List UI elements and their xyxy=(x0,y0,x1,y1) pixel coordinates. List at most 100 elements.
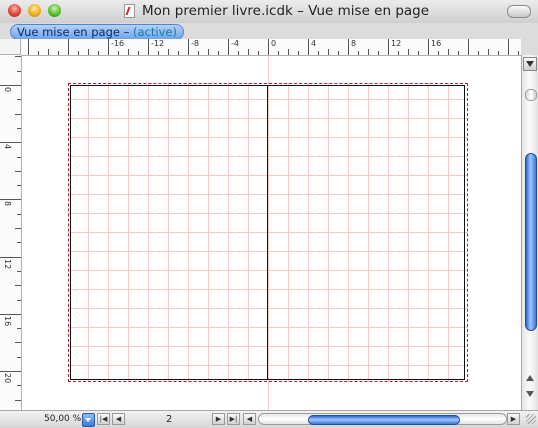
ruler-label: 16 xyxy=(3,316,12,327)
ruler-tick xyxy=(128,49,129,55)
ruler-tick xyxy=(428,39,429,55)
ruler-tick xyxy=(298,51,299,55)
ruler-tick xyxy=(17,214,21,215)
ruler-tick xyxy=(308,39,309,55)
ruler-tick xyxy=(17,71,21,72)
title-bar: Mon premier livre.icdk – Vue mise en pag… xyxy=(0,0,538,24)
ruler-tick xyxy=(28,39,29,55)
minimize-window-button[interactable] xyxy=(28,4,41,17)
ruler-tick xyxy=(108,39,109,55)
ruler-tick xyxy=(408,49,409,55)
close-window-button[interactable] xyxy=(8,4,21,17)
ruler-tick xyxy=(278,51,279,55)
ruler-tick xyxy=(158,51,159,55)
ruler-tick xyxy=(98,51,99,55)
previous-page-button[interactable]: ◀ xyxy=(112,413,125,425)
horizontal-ruler[interactable]: -16 -12 -8 -4 0 4 8 12 16 xyxy=(21,39,521,56)
ruler-tick xyxy=(17,357,21,358)
ruler-label: 4 xyxy=(311,39,317,48)
ruler-tick xyxy=(348,39,349,55)
first-page-button[interactable]: |◀ xyxy=(97,413,110,425)
ruler-tick xyxy=(15,342,21,343)
ruler-tick xyxy=(368,49,369,55)
ruler-tick xyxy=(17,242,21,243)
ruler-tick xyxy=(15,228,21,229)
ruler-tick xyxy=(498,51,499,55)
scroll-up-arrow-icon[interactable] xyxy=(526,375,534,381)
ruler-tick xyxy=(448,49,449,55)
ruler-label: 16 xyxy=(431,39,442,48)
ruler-tick xyxy=(0,314,21,315)
ruler-tick xyxy=(17,271,21,272)
horizontal-scroll-thumb[interactable] xyxy=(308,415,460,425)
ruler-tick xyxy=(188,39,189,55)
ruler-tick xyxy=(438,51,439,55)
ruler-tick xyxy=(288,49,289,55)
tab-layout-view[interactable]: Vue mise en page – (active) xyxy=(10,24,184,40)
ruler-tick xyxy=(148,39,149,55)
last-page-button[interactable]: ▶| xyxy=(227,413,240,425)
ruler-label: 8 xyxy=(3,201,12,207)
ruler-tick xyxy=(178,51,179,55)
ruler-label: -16 xyxy=(111,39,125,48)
ruler-corner[interactable] xyxy=(0,39,21,55)
zoom-menu-button[interactable] xyxy=(82,413,95,427)
ruler-tick xyxy=(338,51,339,55)
ruler-label: 8 xyxy=(351,39,357,48)
vertical-ruler[interactable]: 0 4 8 12 16 20 xyxy=(0,55,22,410)
ruler-tick xyxy=(268,39,269,55)
scroll-left-button[interactable]: ◀ xyxy=(243,413,256,425)
ruler-tick xyxy=(78,51,79,55)
zoom-level: 50,00 % xyxy=(44,414,82,424)
ruler-tick xyxy=(88,49,89,55)
scroll-split-handle[interactable] xyxy=(525,89,537,101)
layout-canvas[interactable] xyxy=(22,56,521,410)
vertical-scrollbar[interactable] xyxy=(521,55,538,410)
page-spread[interactable] xyxy=(68,83,468,382)
ruler-tick xyxy=(318,51,319,55)
ruler-tick xyxy=(15,285,21,286)
tab-layout-view-label: Vue mise en page – xyxy=(17,25,134,39)
ruler-tick xyxy=(15,114,21,115)
ruler-label: 12 xyxy=(391,39,402,48)
ruler-tick xyxy=(17,157,21,158)
ruler-tick xyxy=(138,51,139,55)
status-bar: 50,00 % |◀ ◀ 2 ▶ ▶| ◀ ▶ xyxy=(0,410,538,428)
ruler-tick xyxy=(15,171,21,172)
ruler-tick xyxy=(208,49,209,55)
tab-active-state: (active) xyxy=(133,25,177,39)
document-icon xyxy=(124,4,135,18)
ruler-tick xyxy=(388,39,389,55)
ruler-tick xyxy=(0,199,21,200)
right-page[interactable] xyxy=(267,85,465,380)
ruler-tick xyxy=(0,371,21,372)
ruler-tick xyxy=(418,51,419,55)
scroll-down-arrow-icon[interactable] xyxy=(526,391,534,397)
toolbar-toggle-button[interactable] xyxy=(507,5,531,18)
vertical-scroll-thumb[interactable] xyxy=(525,153,537,331)
ruler-tick xyxy=(118,51,119,55)
ruler-tick xyxy=(508,39,509,55)
resize-grip-icon[interactable] xyxy=(526,414,536,424)
ruler-tick xyxy=(238,51,239,55)
ruler-tick xyxy=(228,39,229,55)
ruler-label: 0 xyxy=(3,87,12,93)
scroll-menu-button[interactable] xyxy=(523,57,537,71)
ruler-tick xyxy=(17,185,21,186)
ruler-label: -12 xyxy=(151,39,165,48)
ruler-tick xyxy=(218,51,219,55)
ruler-tick xyxy=(17,385,21,386)
next-page-button[interactable]: ▶ xyxy=(212,413,225,425)
app-window: Mon premier livre.icdk – Vue mise en pag… xyxy=(0,0,538,428)
zoom-window-button[interactable] xyxy=(48,4,61,17)
ruler-label: 12 xyxy=(3,259,12,270)
ruler-tick xyxy=(488,49,489,55)
ruler-tick xyxy=(15,400,21,401)
horizontal-scrollbar[interactable] xyxy=(258,413,507,425)
ruler-label: 4 xyxy=(3,144,12,150)
ruler-label: 20 xyxy=(3,373,12,384)
ruler-tick xyxy=(17,128,21,129)
left-page[interactable] xyxy=(70,85,268,380)
ruler-tick xyxy=(358,51,359,55)
scroll-right-button[interactable]: ▶ xyxy=(507,413,520,425)
